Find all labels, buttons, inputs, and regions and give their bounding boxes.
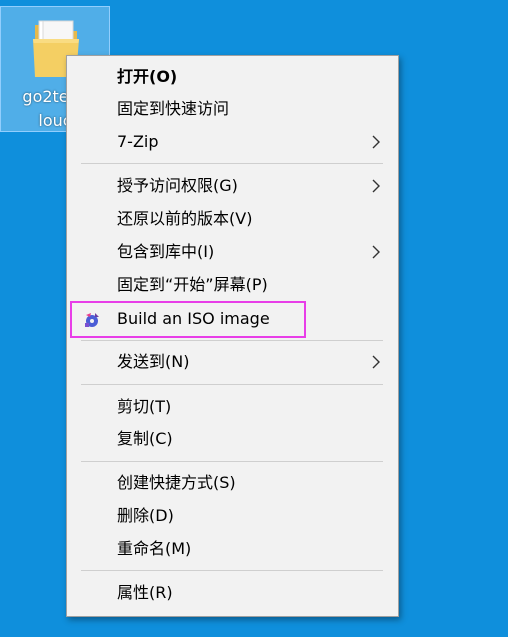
menu-item-label: 重命名(M) xyxy=(117,539,192,558)
menu-item-send-to[interactable]: 发送到(N) xyxy=(67,346,398,378)
context-menu: 打开(O) 固定到快速访问 7-Zip 授予访问权限(G) 还原以前的版本(V)… xyxy=(66,55,399,617)
menu-item-rename[interactable]: 重命名(M) xyxy=(67,533,398,565)
menu-item-restore-versions[interactable]: 还原以前的版本(V) xyxy=(67,203,398,235)
menu-separator xyxy=(81,340,383,341)
menu-item-label: 剪切(T) xyxy=(117,397,172,416)
menu-item-copy[interactable]: 复制(C) xyxy=(67,423,398,455)
menu-item-pin-to-start[interactable]: 固定到“开始”屏幕(P) xyxy=(67,269,398,301)
menu-item-pin-quick-access[interactable]: 固定到快速访问 xyxy=(67,93,398,125)
menu-item-label: 创建快捷方式(S) xyxy=(117,473,236,492)
menu-separator xyxy=(81,163,383,164)
chevron-right-icon xyxy=(372,355,380,369)
menu-item-open[interactable]: 打开(O) xyxy=(67,61,398,93)
menu-item-grant-access[interactable]: 授予访问权限(G) xyxy=(67,170,398,202)
menu-separator xyxy=(81,384,383,385)
menu-item-properties[interactable]: 属性(R) xyxy=(67,577,398,609)
menu-item-label: 删除(D) xyxy=(117,506,174,525)
menu-item-label: 属性(R) xyxy=(117,583,173,602)
chevron-right-icon xyxy=(372,179,380,193)
menu-item-label: 授予访问权限(G) xyxy=(117,176,238,195)
highlight-annotation-box xyxy=(70,301,306,338)
menu-item-label: 7-Zip xyxy=(117,132,159,151)
menu-item-create-shortcut[interactable]: 创建快捷方式(S) xyxy=(67,467,398,499)
menu-item-label: 固定到“开始”屏幕(P) xyxy=(117,275,268,294)
menu-item-cut[interactable]: 剪切(T) xyxy=(67,391,398,423)
chevron-right-icon xyxy=(372,135,380,149)
menu-item-label: 复制(C) xyxy=(117,429,173,448)
menu-item-7zip[interactable]: 7-Zip xyxy=(67,126,398,158)
menu-item-delete[interactable]: 删除(D) xyxy=(67,500,398,532)
menu-item-label: 固定到快速访问 xyxy=(117,99,230,118)
menu-item-label: 打开(O) xyxy=(117,67,178,86)
menu-item-label: 发送到(N) xyxy=(117,352,190,371)
menu-separator xyxy=(81,461,383,462)
chevron-right-icon xyxy=(372,245,380,259)
menu-separator xyxy=(81,570,383,571)
menu-item-label: 还原以前的版本(V) xyxy=(117,209,253,228)
menu-item-include-in-library[interactable]: 包含到库中(I) xyxy=(67,236,398,268)
menu-item-label: 包含到库中(I) xyxy=(117,242,215,261)
